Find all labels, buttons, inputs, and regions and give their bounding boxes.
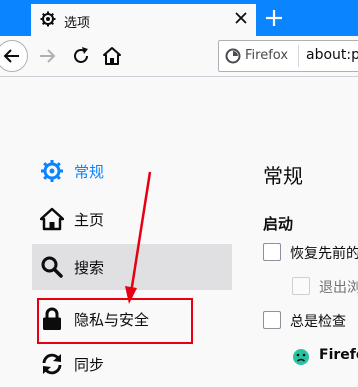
navigation-toolbar: Firefox about:p [0, 36, 358, 77]
home-icon [40, 207, 64, 231]
warn-quit-checkbox [292, 277, 310, 295]
sidebar-item-general[interactable]: 常规 [32, 148, 232, 194]
firefox-status-label: Firefo [319, 347, 358, 363]
home-icon[interactable] [101, 45, 123, 67]
restore-session-checkbox[interactable] [263, 243, 281, 261]
close-icon[interactable] [233, 10, 249, 26]
firefox-identity-icon[interactable] [225, 48, 241, 64]
reload-icon[interactable] [70, 45, 92, 67]
back-button[interactable] [0, 40, 28, 72]
tab-title: 选项 [64, 16, 91, 31]
annotation-highlight-box [37, 298, 193, 344]
url-bar[interactable]: Firefox about:p [218, 40, 358, 72]
sidebar-item-label: 主页 [74, 211, 105, 229]
gear-icon [40, 11, 56, 27]
new-tab-icon[interactable] [262, 6, 286, 30]
sidebar-item-search[interactable]: 搜索 [32, 244, 232, 290]
default-browser-checkbox[interactable] [263, 311, 281, 329]
forward-arrow-icon[interactable] [36, 45, 58, 67]
back-arrow-icon [3, 49, 19, 63]
identity-label: Firefox [245, 48, 289, 63]
url-text[interactable]: about:p [306, 47, 358, 63]
warn-quit-label: 退出浏 [319, 280, 358, 296]
sync-icon [42, 353, 62, 375]
tab-options[interactable]: 选项 [31, 2, 256, 36]
url-separator [298, 45, 299, 67]
sidebar-item-home[interactable]: 主页 [32, 196, 232, 242]
sidebar-item-sync[interactable]: 同步 [32, 341, 232, 387]
restore-session-label: 恢复先前的 [290, 246, 358, 262]
sad-face-icon [293, 349, 309, 365]
tab-strip: 选项 [0, 0, 358, 36]
search-icon [41, 256, 63, 278]
sidebar-item-label: 常规 [74, 163, 105, 181]
gear-icon [41, 160, 63, 182]
default-browser-label: 总是检查 [290, 314, 346, 330]
sidebar-item-label: 搜索 [74, 259, 105, 277]
startup-heading: 启动 [263, 215, 294, 233]
page-title: 常规 [263, 164, 303, 188]
